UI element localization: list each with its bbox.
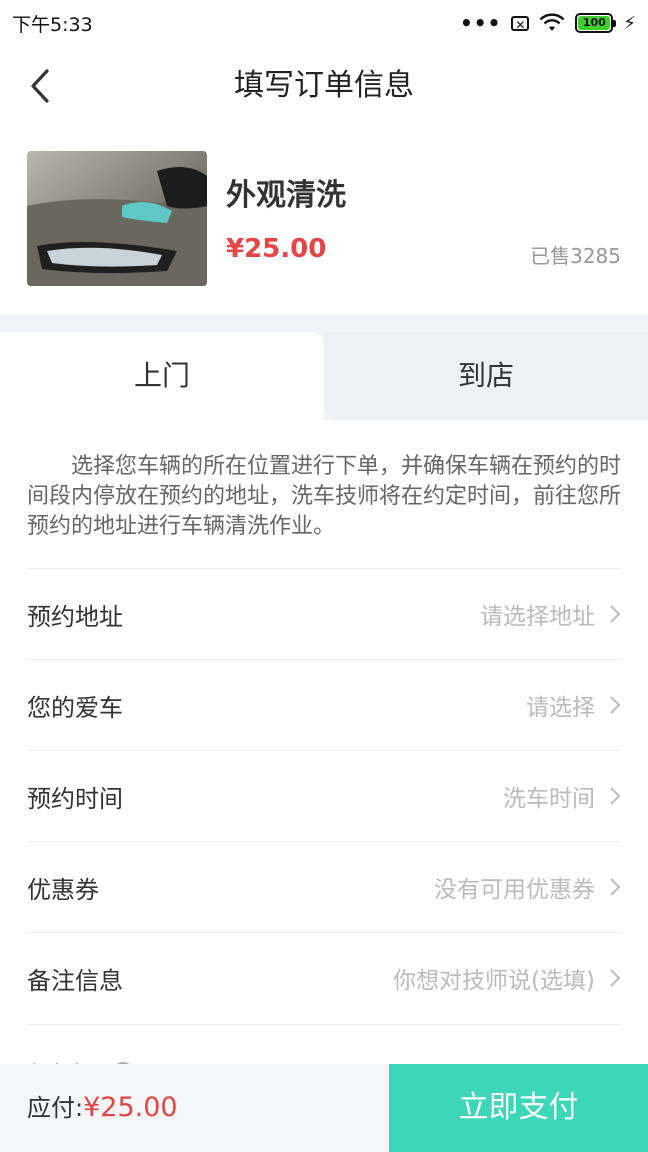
status-icons: ••• ✕ 100 ⚡ [460,13,636,34]
chevron-right-icon [610,787,621,805]
page-title: 填写订单信息 [234,68,414,103]
service-tabs: 上门 到店 [0,332,648,420]
product-name: 外观清洗 [226,178,346,213]
chevron-right-icon [610,605,621,623]
battery-icon: 100 [575,13,617,33]
product-image [27,151,207,286]
nav-bar: 填写订单信息 [0,46,648,126]
row-coupon[interactable]: 优惠券 没有可用优惠券 [27,841,621,932]
chevron-right-icon [610,696,621,714]
row-label: 您的爱车 [27,693,123,722]
chevron-right-icon [610,878,621,896]
row-time[interactable]: 预约时间 洗车时间 [27,750,621,841]
row-value: 洗车时间 [503,786,595,812]
order-form: 预约地址 请选择地址 您的爱车 请选择 预约时间 洗车时间 优惠券 没有可用优惠… [27,568,621,1023]
service-notice: 选择您车辆的所在位置进行下单，并确保车辆在预约的时间段内停放在预约的地址，洗车技… [27,454,622,539]
row-value: 请选择 [526,695,595,721]
status-bar: 下午5:33 ••• ✕ 100 ⚡ [0,0,648,46]
pay-now-button[interactable]: 立即支付 [389,1064,648,1152]
checkout-bar: 应付:¥25.00 立即支付 [0,1064,648,1152]
sold-count: 已售3285 [530,244,621,268]
row-value: 你想对技师说(选填) [393,968,595,994]
sim-icon: ✕ [511,15,530,32]
section-divider [0,314,648,332]
charging-icon: ⚡ [623,12,636,34]
row-car[interactable]: 您的爱车 请选择 [27,659,621,750]
row-label: 优惠券 [27,875,99,904]
pay-amount: ¥25.00 [83,1092,178,1123]
row-remark[interactable]: 备注信息 你想对技师说(选填) [27,932,621,1023]
disclaimer-row[interactable]: 免责声明 ? [27,1024,621,1065]
wifi-icon [539,13,565,31]
row-value: 没有可用优惠券 [434,877,595,903]
battery-level: 100 [578,16,611,30]
chevron-left-icon [31,69,49,103]
product-card: 外观清洗 ¥25.00 已售3285 [0,126,648,314]
back-button[interactable] [20,64,60,108]
row-label: 备注信息 [27,966,123,995]
row-value: 请选择地址 [480,604,595,630]
product-price: ¥25.00 [226,234,327,264]
row-label: 预约地址 [27,602,123,631]
row-address[interactable]: 预约地址 请选择地址 [27,568,621,659]
row-label: 预约时间 [27,784,123,813]
tab-home-service[interactable]: 上门 [0,332,324,420]
pay-total: 应付:¥25.00 [27,1064,178,1152]
pay-label: 应付: [27,1094,84,1122]
chevron-right-icon [610,969,621,987]
more-dots-icon: ••• [460,11,502,35]
tab-store-service[interactable]: 到店 [324,332,648,420]
status-time: 下午5:33 [12,13,93,36]
